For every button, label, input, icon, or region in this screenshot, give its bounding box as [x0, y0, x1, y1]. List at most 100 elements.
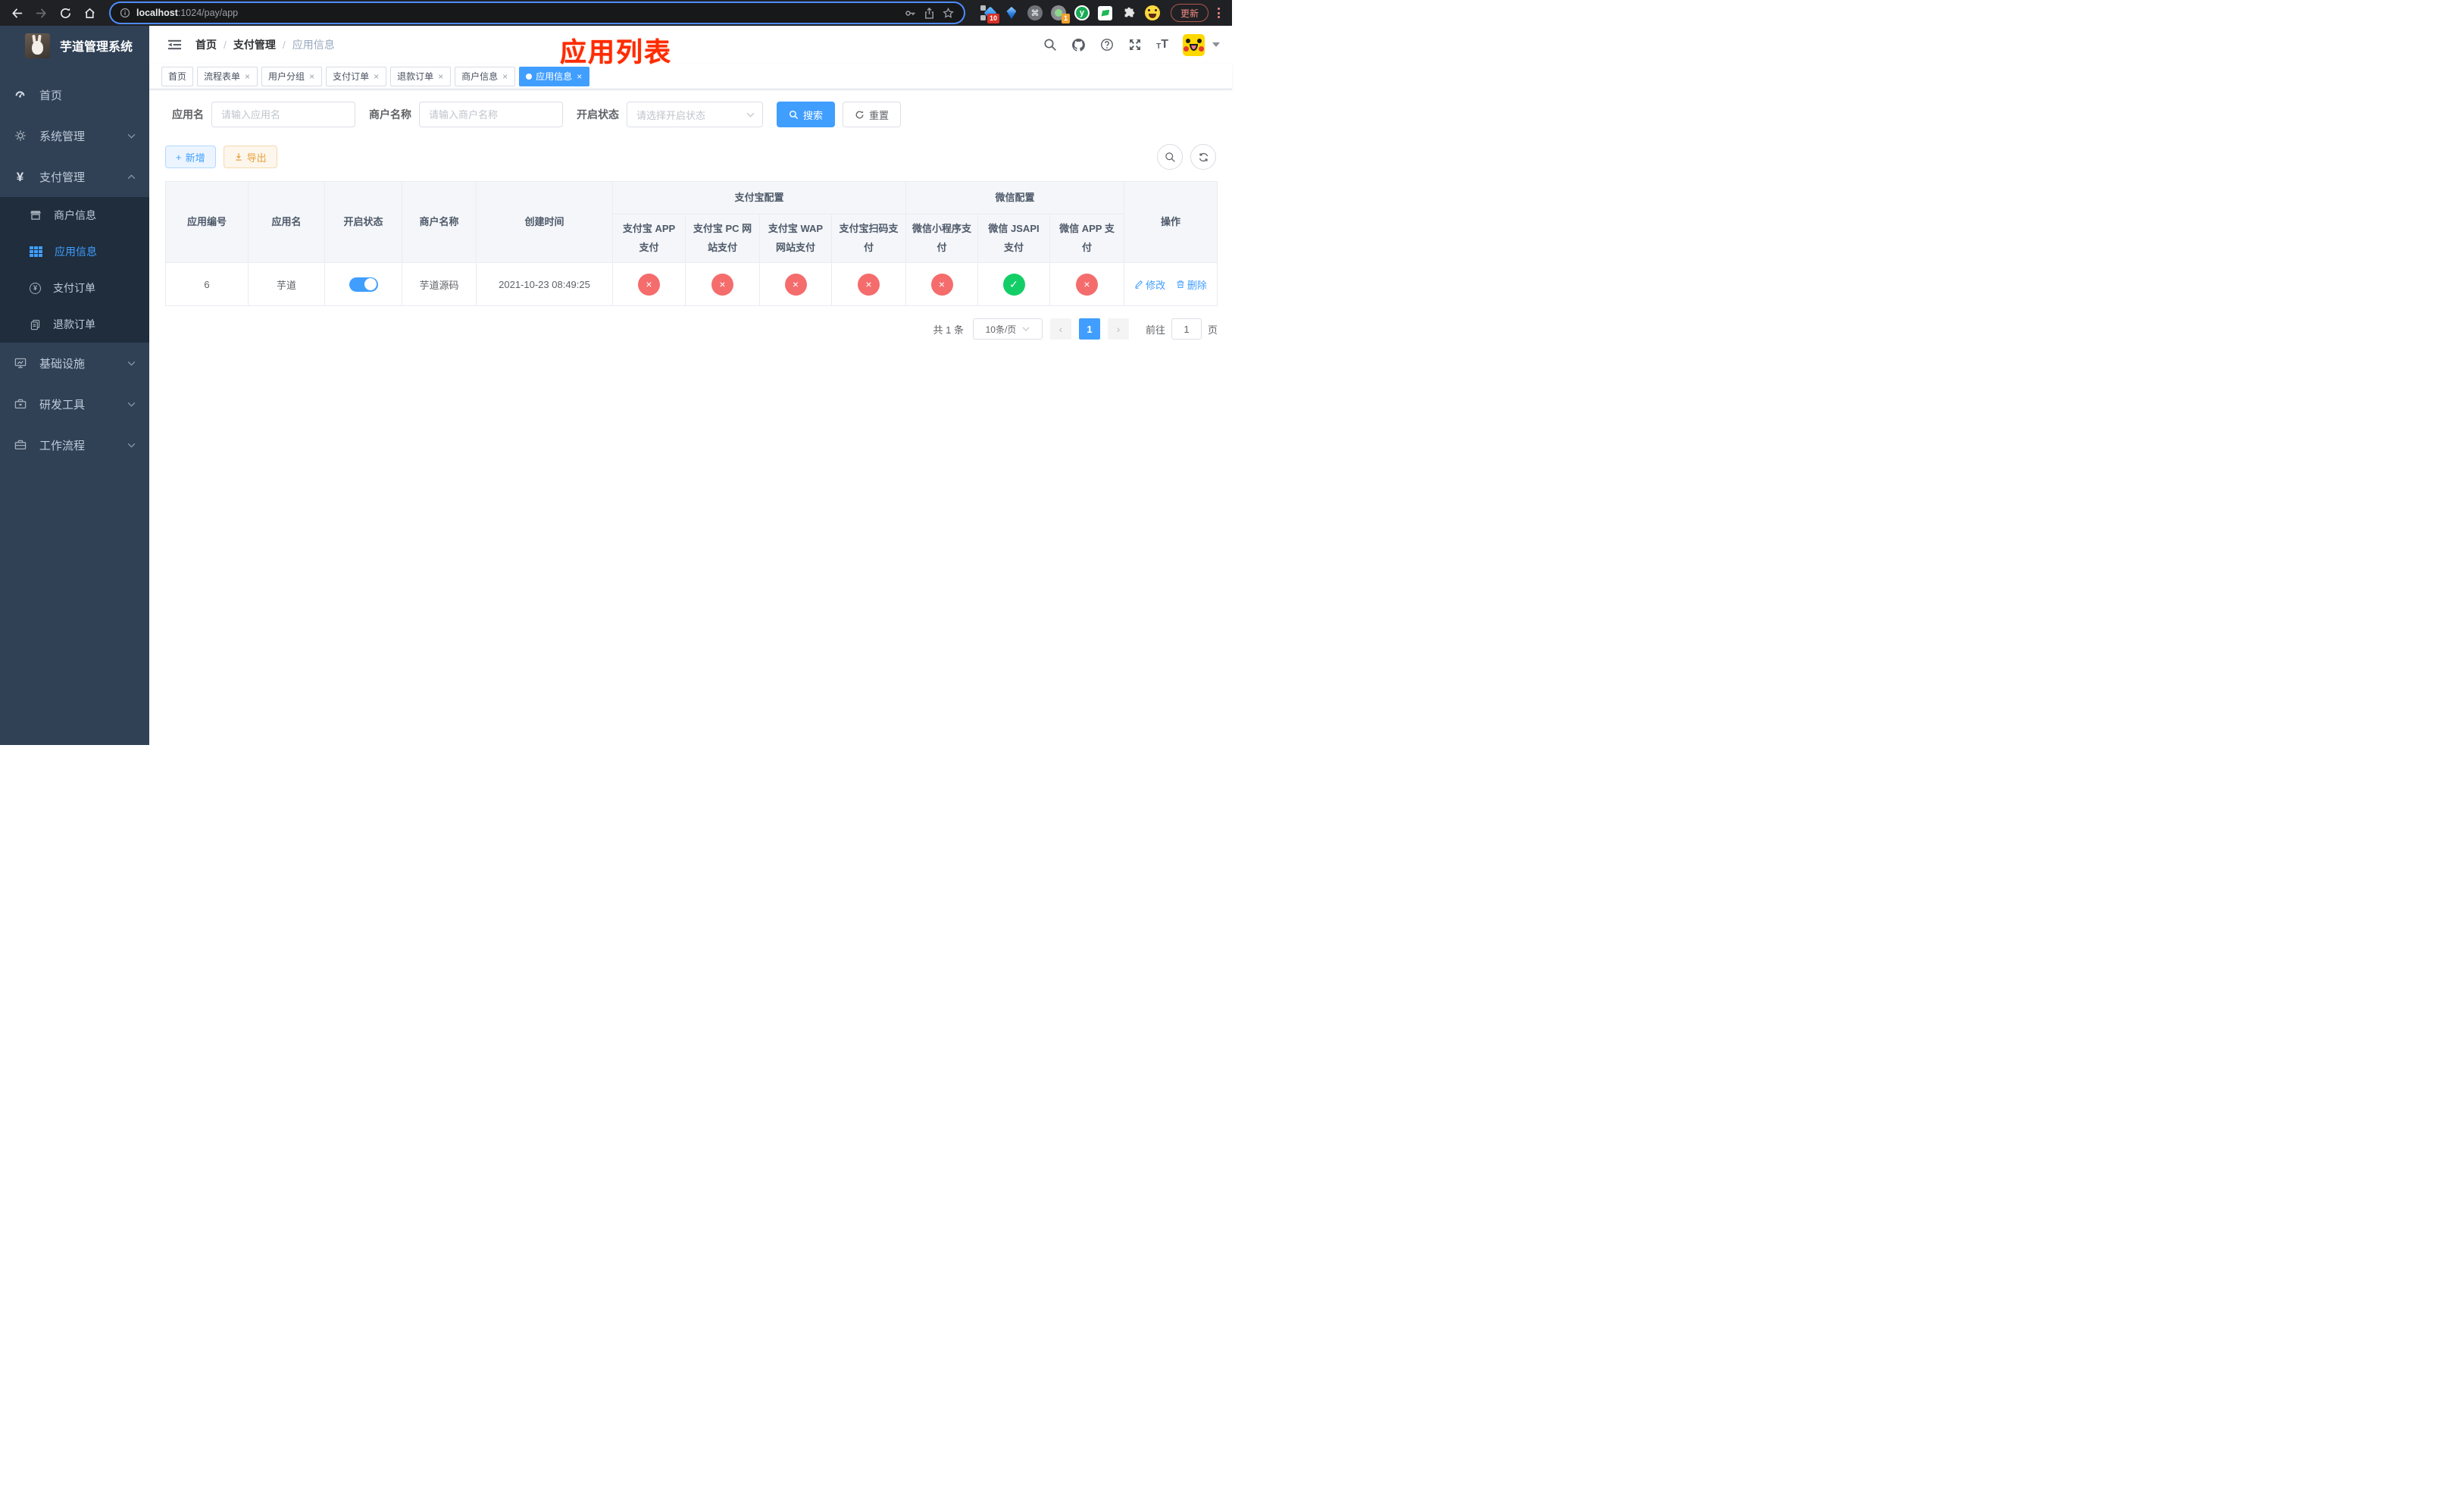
sidebar-item-infrastructure[interactable]: 基础设施 [0, 343, 149, 383]
breadcrumb: 首页 / 支付管理 / 应用信息 [195, 37, 335, 52]
browser-profile-avatar[interactable] [1144, 5, 1160, 20]
merchant-name-input[interactable] [419, 102, 563, 127]
sidebar-collapse-button[interactable] [160, 34, 189, 55]
page-size-value: 10条/页 [985, 324, 1017, 335]
close-icon[interactable]: × [502, 72, 508, 81]
extension-y-icon[interactable]: y [1074, 5, 1090, 20]
next-page-button[interactable]: › [1107, 318, 1129, 340]
sidebar-item-home[interactable]: 首页 [0, 74, 149, 115]
extension-status-icon[interactable]: 1 [1050, 5, 1070, 23]
col-alipay-wap: 支付宝 WAP 网站支付 [759, 214, 832, 263]
tag-process-form[interactable]: 流程表单 × [197, 66, 258, 86]
sidebar-item-system[interactable]: 系统管理 [0, 115, 149, 156]
sidebar-item-pay-order[interactable]: ¥ 支付订单 [0, 270, 149, 306]
group-wechat-config: 微信配置 [905, 181, 1125, 214]
sidebar-item-workflow[interactable]: 工作流程 [0, 424, 149, 465]
sidebar-item-label: 系统管理 [39, 130, 86, 143]
sidebar-item-refund-order[interactable]: 退款订单 [0, 306, 149, 343]
browser-update-button[interactable]: 更新 [1170, 4, 1209, 22]
chevron-down-icon [127, 361, 136, 366]
tag-user-group[interactable]: 用户分组 × [261, 66, 323, 86]
delete-label: 删除 [1187, 279, 1207, 291]
site-info-icon[interactable] [120, 8, 130, 18]
col-actions: 操作 [1124, 181, 1218, 263]
export-button[interactable]: 导出 [223, 146, 277, 168]
edit-button[interactable]: 修改 [1134, 277, 1165, 292]
tag-home[interactable]: 首页 [161, 66, 194, 86]
col-alipay-pc: 支付宝 PC 网站支付 [685, 214, 760, 263]
extension-badge: 10 [987, 14, 999, 23]
breadcrumb-current: 应用信息 [292, 39, 335, 51]
user-avatar-menu[interactable] [1183, 33, 1220, 56]
show-search-button[interactable] [1157, 144, 1183, 170]
extension-chat-icon[interactable] [1098, 5, 1113, 20]
edit-label: 修改 [1146, 279, 1166, 291]
emoji-mouth [1148, 14, 1156, 18]
page-number-1[interactable]: 1 [1078, 318, 1100, 340]
page-size-select[interactable]: 10条/页 [972, 318, 1043, 340]
tag-pay-order[interactable]: 支付订单 × [326, 66, 387, 86]
close-icon[interactable]: × [308, 72, 315, 81]
chevron-up-icon [127, 174, 136, 180]
extension-command-icon[interactable]: ⌘ [1027, 5, 1043, 20]
filter-form: 应用名 商户名称 开启状态 请选择开启状态 搜索 重置 [165, 102, 1216, 127]
close-icon[interactable]: × [576, 72, 583, 81]
page-unit-label: 页 [1207, 324, 1218, 336]
add-button[interactable]: + 新增 [165, 146, 216, 168]
github-icon[interactable] [1071, 38, 1086, 52]
tag-refund-order[interactable]: 退款订单 × [390, 66, 452, 86]
bookmark-star-icon[interactable] [942, 7, 955, 20]
address-bar[interactable]: localhost:1024/pay/app [111, 3, 964, 23]
status-select[interactable]: 请选择开启状态 [627, 102, 763, 127]
col-created: 创建时间 [476, 181, 613, 263]
delete-button[interactable]: 删除 [1176, 277, 1207, 292]
enable-switch[interactable] [349, 277, 378, 292]
sidebar-logo[interactable]: 芋道管理系统 [0, 26, 149, 65]
search-icon[interactable] [1043, 38, 1057, 52]
sidebar-item-merchant-info[interactable]: 商户信息 [0, 197, 149, 233]
emoji-face [1144, 5, 1160, 20]
prev-page-button[interactable]: ‹ [1049, 318, 1071, 340]
col-wechat-jsapi: 微信 JSAPI 支付 [977, 214, 1051, 263]
password-key-icon[interactable] [904, 7, 917, 20]
fullscreen-icon[interactable] [1128, 38, 1142, 52]
close-icon[interactable]: × [244, 72, 251, 81]
extensions-puzzle-icon[interactable] [1121, 5, 1137, 20]
browser-reload-button[interactable] [55, 2, 76, 23]
refresh-table-button[interactable] [1190, 144, 1216, 170]
extension-gem-icon[interactable] [1004, 5, 1019, 20]
browser-menu-button[interactable] [1212, 8, 1226, 18]
share-icon[interactable] [923, 7, 936, 20]
forward-icon [36, 8, 46, 18]
app-name-input[interactable] [211, 102, 355, 127]
status-badge: × [1076, 273, 1099, 296]
sidebar-item-app-info[interactable]: 应用信息 [0, 233, 149, 270]
sidebar-item-payment[interactable]: ¥ 支付管理 [0, 156, 149, 197]
close-icon[interactable]: × [437, 72, 444, 81]
search-button[interactable]: 搜索 [777, 102, 836, 127]
tag-merchant-info[interactable]: 商户信息 × [455, 66, 516, 86]
cell-alipay-app: × [612, 262, 686, 306]
browser-home-button[interactable] [79, 2, 100, 23]
breadcrumb-payment[interactable]: 支付管理 [233, 37, 276, 52]
breadcrumb-home[interactable]: 首页 [195, 37, 217, 52]
reset-button[interactable]: 重置 [843, 102, 902, 127]
breadcrumb-separator: / [224, 39, 227, 51]
goto-page-input[interactable] [1171, 318, 1202, 340]
font-size-icon[interactable]: TT [1156, 39, 1168, 51]
sidebar-item-dev-tools[interactable]: 研发工具 [0, 383, 149, 424]
status-badge: × [930, 273, 953, 296]
tag-label: 流程表单 [204, 71, 241, 82]
back-icon [11, 8, 22, 18]
help-icon[interactable] [1100, 38, 1114, 52]
close-icon[interactable]: × [373, 72, 380, 81]
extension-diamond-icon[interactable]: 10 [980, 5, 999, 23]
browser-forward-button[interactable] [30, 2, 52, 23]
home-icon [84, 8, 95, 18]
payment-submenu: 商户信息 应用信息 ¥ 支付订单 退款订单 [0, 197, 149, 343]
browser-back-button[interactable] [6, 2, 27, 23]
emoji-eye-left [1147, 9, 1150, 11]
monitor-icon [14, 357, 27, 369]
cell-status [324, 262, 402, 306]
status-badge: × [638, 273, 660, 296]
